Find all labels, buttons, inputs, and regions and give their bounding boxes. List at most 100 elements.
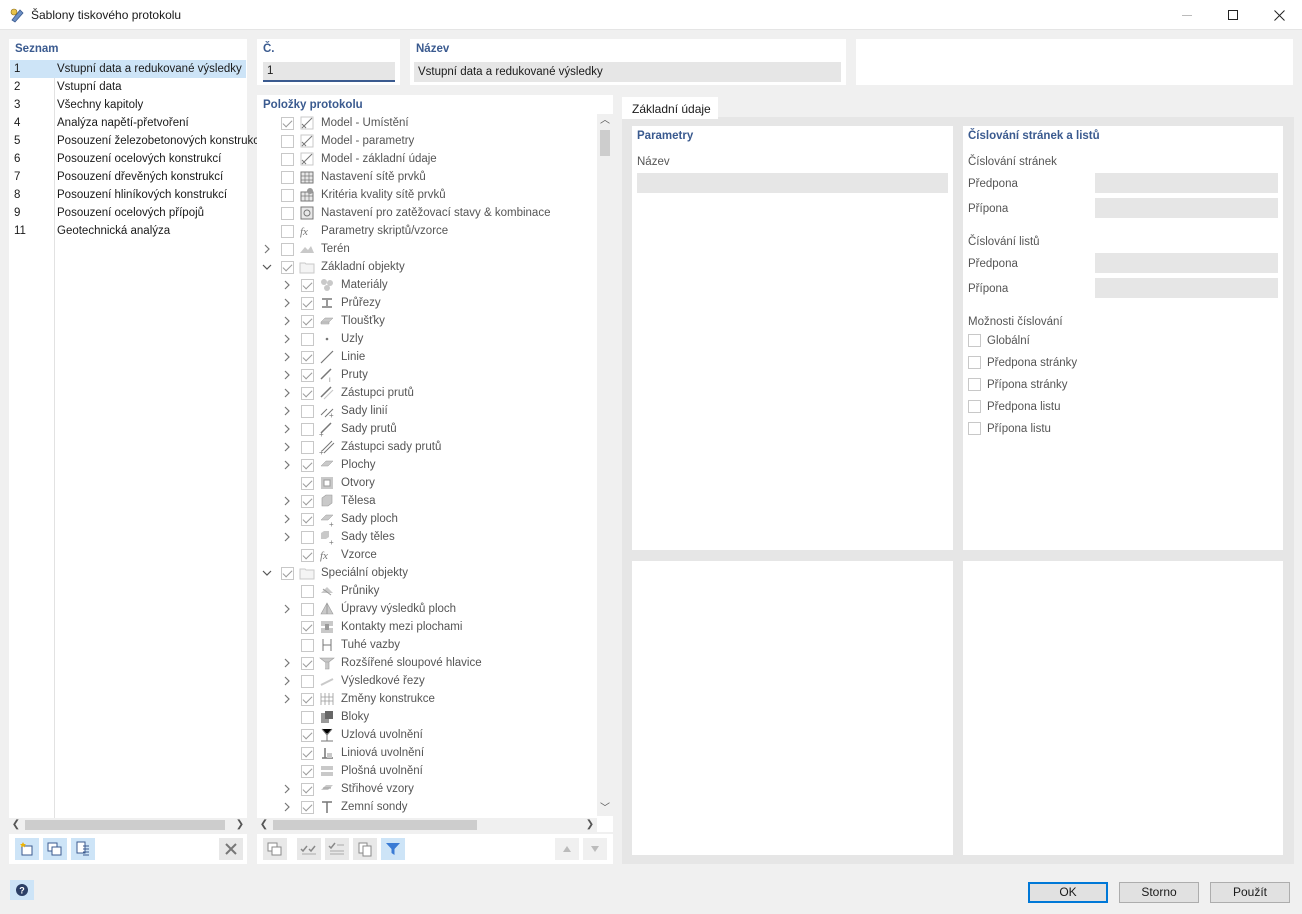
tree-item-checkbox[interactable]: [301, 315, 314, 328]
tree-item-checkbox[interactable]: [301, 297, 314, 310]
tree-item[interactable]: Změny konstrukce: [257, 690, 597, 708]
tree-horizontal-scrollbar[interactable]: ❮ ❯: [257, 818, 597, 832]
tree-item[interactable]: + Sady linií: [257, 402, 597, 420]
tree-item-checkbox[interactable]: [281, 117, 294, 130]
ok-button[interactable]: OK: [1028, 882, 1108, 903]
tree-item[interactable]: Nastavení sítě prvků: [257, 168, 597, 186]
chevron-right-icon[interactable]: [282, 528, 292, 546]
scroll-right-icon[interactable]: ❯: [233, 818, 247, 832]
tree-item[interactable]: + Sady prutů: [257, 420, 597, 439]
tree-item-checkbox[interactable]: [301, 333, 314, 346]
tree-item-checkbox[interactable]: [301, 747, 314, 760]
chevron-right-icon[interactable]: [262, 240, 272, 258]
tree-item[interactable]: Střihové vzory: [257, 780, 597, 798]
tree-item[interactable]: + Sady těles: [257, 528, 597, 547]
chevron-right-icon[interactable]: [282, 510, 292, 528]
chevron-right-icon[interactable]: [282, 384, 292, 402]
tree-item[interactable]: Zemní sondy: [257, 798, 597, 816]
copy-template-button[interactable]: [43, 838, 67, 860]
tree-item[interactable]: Uzlová uvolnění: [257, 726, 597, 744]
tree-item-checkbox[interactable]: [281, 153, 294, 166]
chevron-right-icon[interactable]: [282, 456, 292, 474]
tree-item[interactable]: Uzly: [257, 330, 597, 348]
tree-item-checkbox[interactable]: [301, 675, 314, 688]
tree-item[interactable]: Liniová uvolnění: [257, 744, 597, 762]
list-item[interactable]: 6 Posouzení ocelových konstrukcí: [10, 150, 246, 168]
list-item[interactable]: 4 Analýza napětí-přetvoření: [10, 114, 246, 132]
tree-item[interactable]: Nastavení pro zatěžovací stavy & kombina…: [257, 204, 597, 222]
tree-item-checkbox[interactable]: [301, 801, 314, 814]
uncheck-all-button[interactable]: [325, 838, 349, 860]
chevron-right-icon[interactable]: [282, 690, 292, 708]
tree-item-checkbox[interactable]: [301, 405, 314, 418]
tree-item[interactable]: Bloky: [257, 708, 597, 726]
tree-item-checkbox[interactable]: [301, 693, 314, 706]
page-prefix-input[interactable]: [1095, 173, 1278, 193]
cancel-button[interactable]: Storno: [1119, 882, 1199, 903]
move-down-button[interactable]: [583, 838, 607, 860]
tree-item-checkbox[interactable]: [301, 441, 314, 454]
tree-item-checkbox[interactable]: [301, 585, 314, 598]
numbering-option-checkbox[interactable]: [968, 378, 981, 391]
check-all-button[interactable]: [297, 838, 321, 860]
copy-selection-button[interactable]: [353, 838, 377, 860]
tree-item[interactable]: Tuhé vazby: [257, 636, 597, 654]
chevron-right-icon[interactable]: [282, 330, 292, 348]
list-item[interactable]: 5 Posouzení železobetonových konstrukcí: [10, 132, 262, 150]
parameters-name-input[interactable]: [637, 173, 948, 193]
tree-item-checkbox[interactable]: [301, 765, 314, 778]
tree-item[interactable]: Průniky: [257, 582, 597, 600]
tree-item-checkbox[interactable]: [301, 369, 314, 382]
tree-item-checkbox[interactable]: [301, 639, 314, 652]
copy-items-button[interactable]: [263, 838, 287, 860]
tree-item-checkbox[interactable]: [301, 513, 314, 526]
apply-button[interactable]: Použít: [1210, 882, 1290, 903]
chevron-right-icon[interactable]: [282, 600, 292, 618]
tree-item[interactable]: Model - parametry: [257, 132, 597, 150]
list-item[interactable]: 7 Posouzení dřevěných konstrukcí: [10, 168, 246, 186]
tree-item-checkbox[interactable]: [281, 567, 294, 580]
scroll-left-icon[interactable]: ❮: [9, 818, 23, 832]
tree-item-checkbox[interactable]: [301, 531, 314, 544]
tree-item-checkbox[interactable]: [301, 459, 314, 472]
sheet-prefix-input[interactable]: [1095, 253, 1278, 273]
tree-item[interactable]: + Zástupci sady prutů: [257, 438, 597, 457]
tree-item-checkbox[interactable]: [301, 621, 314, 634]
scroll-right-icon[interactable]: ❯: [583, 818, 597, 832]
chevron-down-icon[interactable]: [262, 564, 272, 582]
chevron-right-icon[interactable]: [282, 780, 292, 798]
page-suffix-input[interactable]: [1095, 198, 1278, 218]
list-item[interactable]: 1 Vstupní data a redukované výsledky: [10, 60, 246, 78]
list-item[interactable]: 11 Geotechnická analýza: [10, 222, 246, 240]
tree-item-checkbox[interactable]: [301, 279, 314, 292]
tree-item-checkbox[interactable]: [281, 243, 294, 256]
tree-item-checkbox[interactable]: [301, 729, 314, 742]
template-list-button[interactable]: [71, 838, 95, 860]
tree-item[interactable]: Kritéria kvality sítě prvků: [257, 186, 597, 204]
tree-item-checkbox[interactable]: [301, 711, 314, 724]
scroll-thumb[interactable]: [600, 130, 610, 156]
tree-item[interactable]: Tělesa: [257, 492, 597, 510]
tree-item[interactable]: Plošná uvolnění: [257, 762, 597, 780]
tree-item-checkbox[interactable]: [301, 549, 314, 562]
scroll-thumb[interactable]: [25, 820, 225, 830]
tree-item-checkbox[interactable]: [301, 495, 314, 508]
tree-item-checkbox[interactable]: [281, 225, 294, 238]
tree-item[interactable]: Tloušťky: [257, 312, 597, 330]
tree-item[interactable]: Plochy: [257, 456, 597, 474]
tree-item[interactable]: fx Vzorce: [257, 546, 597, 564]
tree-item[interactable]: Materiály: [257, 276, 597, 294]
tree-item-checkbox[interactable]: [301, 657, 314, 670]
tree-item-checkbox[interactable]: [281, 171, 294, 184]
chevron-right-icon[interactable]: [282, 492, 292, 510]
chevron-right-icon[interactable]: [282, 366, 292, 384]
scroll-up-icon[interactable]: ︿: [598, 114, 612, 128]
list-item[interactable]: 3 Všechny kapitoly: [10, 96, 246, 114]
tree-item[interactable]: Speciální objekty: [257, 564, 597, 582]
help-button[interactable]: ?: [10, 880, 34, 900]
chevron-down-icon[interactable]: [262, 258, 272, 276]
tree-item[interactable]: Rozšířené sloupové hlavice: [257, 654, 597, 672]
delete-template-button[interactable]: [219, 838, 243, 860]
tree-item-checkbox[interactable]: [301, 783, 314, 796]
chevron-right-icon[interactable]: [282, 672, 292, 690]
